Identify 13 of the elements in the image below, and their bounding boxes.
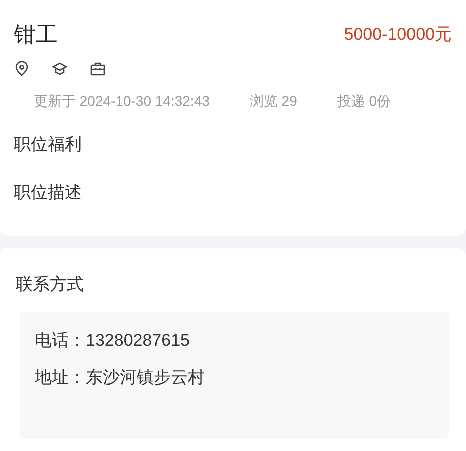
- meta-text: 投递 0份: [337, 92, 392, 111]
- briefcase-icon: [90, 61, 106, 77]
- job-title: 钳工: [14, 21, 58, 49]
- meta-text: 更新于 2024-10-30 14:32:43: [34, 92, 210, 111]
- contact-line: 地址：东沙河镇步云村: [35, 367, 206, 389]
- section-heading: 职位描述: [14, 182, 83, 204]
- section-heading: 职位福利: [14, 134, 83, 156]
- section-heading: 联系方式: [16, 274, 85, 296]
- location-icon: [14, 61, 30, 77]
- salary-range: 5000-10000元: [344, 24, 452, 46]
- graduation-cap-icon: [52, 61, 68, 77]
- meta-text: 浏览 29: [250, 92, 298, 111]
- contact-line: 电话：13280287615: [35, 330, 192, 352]
